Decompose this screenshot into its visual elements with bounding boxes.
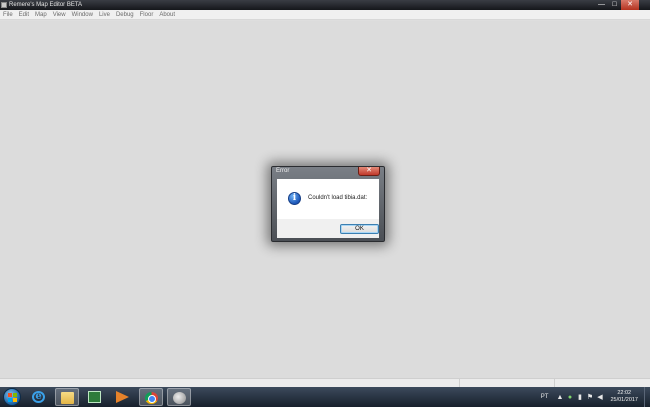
- taskbar-media-player[interactable]: [111, 388, 135, 406]
- menu-file[interactable]: File: [3, 10, 13, 19]
- dialog-message: Couldn't load tibia.dat:: [308, 195, 368, 201]
- network-icon[interactable]: ▮: [576, 394, 583, 401]
- window-controls: — □ ✕: [595, 0, 639, 10]
- status-pane-secondary: [460, 379, 555, 387]
- action-center-icon[interactable]: ⚑: [586, 394, 593, 401]
- menu-window[interactable]: Window: [72, 10, 93, 19]
- close-button[interactable]: ✕: [621, 0, 639, 10]
- info-icon: i: [288, 192, 301, 205]
- clock-date: 25/01/2017: [610, 397, 638, 403]
- menu-map[interactable]: Map: [35, 10, 47, 19]
- menu-about[interactable]: About: [159, 10, 175, 19]
- media-player-icon: [116, 391, 129, 403]
- menu-edit[interactable]: Edit: [19, 10, 29, 19]
- show-desktop-button[interactable]: [644, 387, 650, 407]
- maximize-button[interactable]: □: [608, 0, 621, 10]
- map-editor-icon: [173, 392, 186, 404]
- dialog-title: Error: [276, 168, 290, 174]
- minimize-button[interactable]: —: [595, 0, 608, 10]
- terminal-icon: [88, 391, 101, 403]
- start-button[interactable]: [3, 388, 21, 406]
- clock[interactable]: 22:02 25/01/2017: [610, 390, 638, 404]
- taskbar-chrome[interactable]: [139, 388, 163, 406]
- taskbar-terminal[interactable]: [83, 388, 107, 406]
- menu-live[interactable]: Live: [99, 10, 110, 19]
- menu-debug[interactable]: Debug: [116, 10, 134, 19]
- show-hidden-icons-icon[interactable]: ▲: [556, 394, 564, 401]
- taskbar-file-explorer[interactable]: [55, 388, 79, 406]
- error-dialog: Error ✕ i Couldn't load tibia.dat: OK: [271, 166, 385, 242]
- volume-icon[interactable]: ◀: [596, 394, 603, 401]
- menu-floor[interactable]: Floor: [140, 10, 154, 19]
- dialog-body: i Couldn't load tibia.dat: OK: [277, 179, 379, 238]
- menu-bar: File Edit Map View Window Live Debug Flo…: [0, 10, 650, 20]
- taskbar-internet-explorer[interactable]: e: [27, 388, 51, 406]
- app-tray-icon[interactable]: ●: [566, 394, 573, 401]
- status-bar: [0, 378, 650, 387]
- title-bar: Remere's Map Editor BETA — □ ✕: [0, 0, 650, 10]
- ok-button[interactable]: OK: [340, 224, 379, 234]
- internet-explorer-icon: e: [32, 391, 45, 403]
- taskbar-map-editor[interactable]: [167, 388, 191, 406]
- chrome-icon: [145, 392, 158, 404]
- menu-view[interactable]: View: [53, 10, 66, 19]
- dialog-content: i Couldn't load tibia.dat:: [277, 179, 379, 219]
- clock-time: 22:02: [617, 390, 632, 396]
- language-indicator[interactable]: PT: [541, 394, 549, 400]
- status-pane-tertiary: [555, 379, 650, 387]
- status-pane-main: [0, 379, 460, 387]
- taskbar: e PT ▲ ● ▮ ⚑ ◀ 22:02 25/01/2017: [0, 387, 650, 407]
- windows-logo-icon: [8, 393, 17, 402]
- folder-icon: [61, 392, 74, 404]
- app-icon: [1, 2, 7, 8]
- system-tray: PT ▲ ● ▮ ⚑ ◀ 22:02 25/01/2017: [541, 387, 650, 407]
- window-title: Remere's Map Editor BETA: [9, 2, 83, 8]
- dialog-close-button[interactable]: ✕: [358, 167, 380, 176]
